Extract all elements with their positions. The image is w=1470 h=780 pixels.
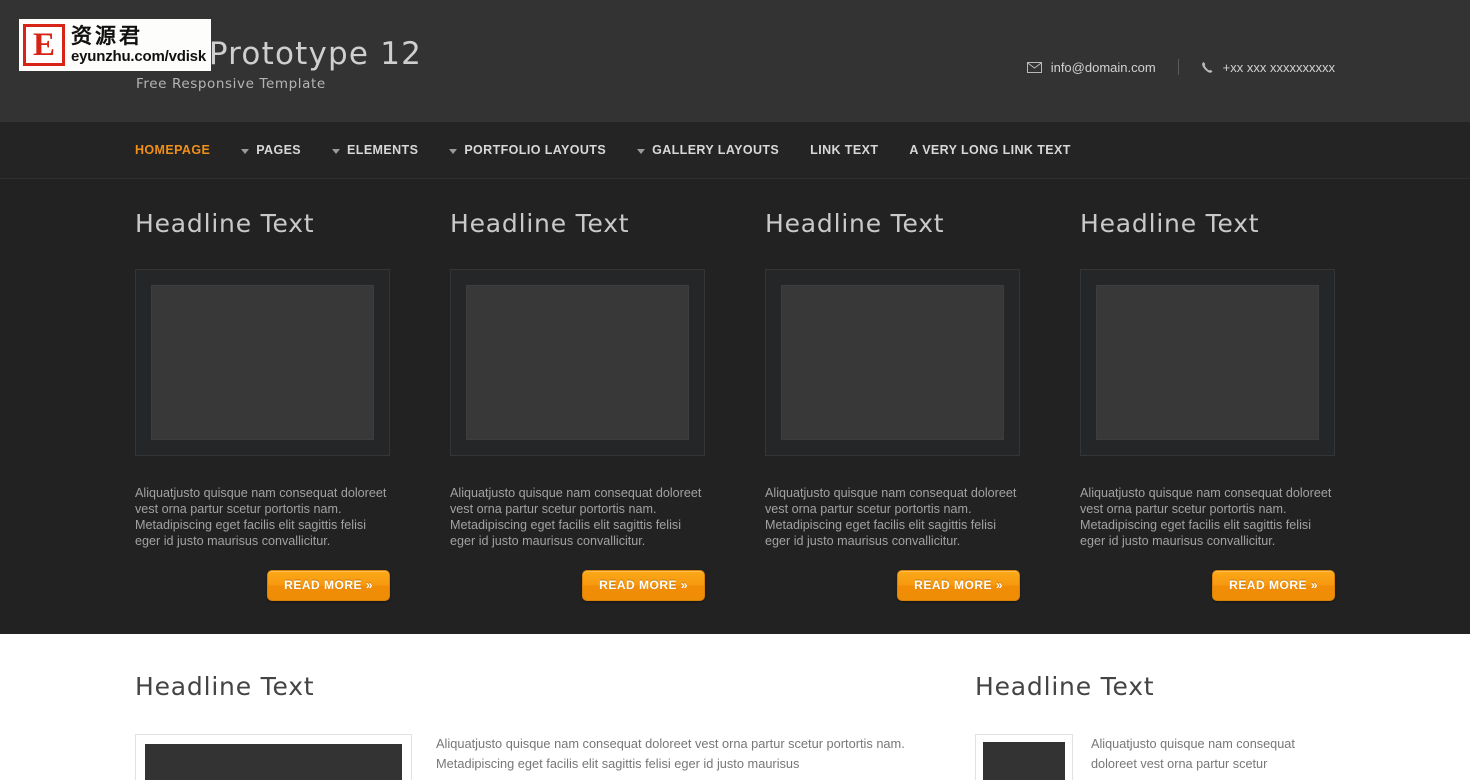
bottom-left-media: Aliquatjusto quisque nam consequat dolor… bbox=[135, 734, 915, 780]
nav-item-link-text[interactable]: LINK TEXT bbox=[810, 143, 878, 157]
feature-button-row: READ MORE » bbox=[1080, 570, 1335, 601]
feature-image-placeholder bbox=[466, 285, 689, 440]
read-more-button[interactable]: READ MORE » bbox=[897, 570, 1020, 601]
bottom-right-text: Aliquatjusto quisque nam consequat dolor… bbox=[1091, 737, 1295, 771]
site-tagline: Free Responsive Template bbox=[136, 75, 326, 92]
feature-button-row: READ MORE » bbox=[765, 570, 1020, 601]
bottom-left-image-placeholder bbox=[145, 744, 402, 780]
feature-text: Aliquatjusto quisque nam consequat dolor… bbox=[1080, 486, 1332, 548]
chevron-down-icon bbox=[241, 148, 250, 154]
watermark-letter: E bbox=[26, 27, 62, 63]
features-section: Headline Text Aliquatjusto quisque nam co… bbox=[0, 179, 1470, 634]
header-contact: info@domain.com +xx xxx xxxxxxxxxx bbox=[1026, 51, 1335, 75]
feature-headline: Headline Text bbox=[1080, 209, 1260, 238]
chevron-down-icon bbox=[449, 148, 458, 154]
feature-text: Aliquatjusto quisque nam consequat dolor… bbox=[765, 486, 1017, 548]
site-header: 200 Prototype 12 Free Responsive Templat… bbox=[0, 0, 1470, 122]
read-more-button[interactable]: READ MORE » bbox=[1212, 570, 1335, 601]
chevron-down-icon bbox=[637, 148, 646, 154]
bottom-left-text: Aliquatjusto quisque nam consequat dolor… bbox=[436, 736, 905, 771]
watermark-logo: E 资源君 eyunzhu.com/vdisk bbox=[19, 19, 211, 71]
watermark-letter-icon: E bbox=[23, 24, 65, 66]
email-text: info@domain.com bbox=[1050, 59, 1156, 75]
feature-column: Headline Text Aliquatjusto quisque nam co… bbox=[450, 209, 705, 601]
nav-inner: HOMEPAGE PAGES ELEMENTS PORTFOLIO LAYOUTS GA… bbox=[135, 143, 1335, 157]
nav-item-label: HOMEPAGE bbox=[135, 143, 211, 157]
feature-button-row: READ MORE » bbox=[135, 570, 390, 601]
features-inner: Headline Text Aliquatjusto quisque nam co… bbox=[135, 209, 1335, 601]
nav-item-label: PAGES bbox=[256, 143, 302, 157]
nav-item-gallery-layouts[interactable]: GALLERY LAYOUTS bbox=[637, 143, 779, 157]
nav-item-label: ELEMENTS bbox=[347, 143, 419, 157]
bottom-left-thumbnail[interactable] bbox=[135, 734, 412, 780]
bottom-right-headline: Headline Text bbox=[975, 672, 1155, 701]
bottom-right-column: Headline Text Aliquatjusto quisque nam c… bbox=[975, 672, 1335, 780]
feature-column: Headline Text Aliquatjusto quisque nam co… bbox=[1080, 209, 1335, 601]
bottom-right-thumbnail[interactable] bbox=[975, 734, 1073, 780]
header-inner: 200 Prototype 12 Free Responsive Templat… bbox=[135, 31, 1335, 92]
bottom-section: Headline Text Aliquatjusto quisque nam c… bbox=[0, 634, 1470, 780]
watermark-url: eyunzhu.com/vdisk bbox=[71, 48, 206, 65]
main-navigation: HOMEPAGE PAGES ELEMENTS PORTFOLIO LAYOUTS GA… bbox=[0, 122, 1470, 179]
feature-headline: Headline Text bbox=[135, 209, 315, 238]
bottom-inner: Headline Text Aliquatjusto quisque nam c… bbox=[135, 672, 1335, 780]
read-more-button[interactable]: READ MORE » bbox=[582, 570, 705, 601]
bottom-left-column: Headline Text Aliquatjusto quisque nam c… bbox=[135, 672, 915, 780]
feature-text: Aliquatjusto quisque nam consequat dolor… bbox=[450, 486, 702, 548]
contact-email[interactable]: info@domain.com bbox=[1026, 59, 1156, 75]
feature-headline: Headline Text bbox=[450, 209, 630, 238]
contact-phone[interactable]: +xx xxx xxxxxxxxxx bbox=[1201, 60, 1335, 75]
feature-column: Headline Text Aliquatjusto quisque nam co… bbox=[765, 209, 1020, 601]
nav-item-label: GALLERY LAYOUTS bbox=[652, 143, 780, 157]
nav-item-a-very-long-link-text[interactable]: A VERY LONG LINK TEXT bbox=[909, 143, 1070, 157]
feature-thumbnail[interactable] bbox=[450, 269, 705, 456]
nav-item-pages[interactable]: PAGES bbox=[241, 143, 301, 157]
nav-item-label: LINK TEXT bbox=[810, 143, 879, 157]
phone-text: +xx xxx xxxxxxxxxx bbox=[1222, 59, 1335, 75]
watermark-text: 资源君 eyunzhu.com/vdisk bbox=[71, 24, 206, 66]
feature-text: Aliquatjusto quisque nam consequat dolor… bbox=[135, 486, 387, 548]
chevron-down-icon bbox=[332, 148, 341, 154]
bottom-right-media: Aliquatjusto quisque nam consequat dolor… bbox=[975, 734, 1335, 780]
bottom-left-headline: Headline Text bbox=[135, 672, 315, 701]
feature-image-placeholder bbox=[151, 285, 374, 440]
feature-image-placeholder bbox=[1096, 285, 1319, 440]
nav-item-portfolio-layouts[interactable]: PORTFOLIO LAYOUTS bbox=[449, 143, 606, 157]
feature-thumbnail[interactable] bbox=[765, 269, 1020, 456]
feature-thumbnail[interactable] bbox=[135, 269, 390, 456]
feature-headline: Headline Text bbox=[765, 209, 945, 238]
phone-icon bbox=[1201, 61, 1214, 74]
nav-item-homepage[interactable]: HOMEPAGE bbox=[135, 143, 210, 157]
feature-column: Headline Text Aliquatjusto quisque nam co… bbox=[135, 209, 390, 601]
feature-image-placeholder bbox=[781, 285, 1004, 440]
watermark-chinese: 资源君 bbox=[71, 24, 143, 48]
contact-divider bbox=[1177, 59, 1179, 75]
nav-item-label: A VERY LONG LINK TEXT bbox=[909, 143, 1071, 157]
nav-item-label: PORTFOLIO LAYOUTS bbox=[464, 143, 607, 157]
feature-button-row: READ MORE » bbox=[450, 570, 705, 601]
read-more-button[interactable]: READ MORE » bbox=[267, 570, 390, 601]
envelope-icon bbox=[1026, 61, 1042, 73]
bottom-right-image-placeholder bbox=[983, 742, 1065, 780]
nav-item-elements[interactable]: ELEMENTS bbox=[332, 143, 418, 157]
feature-thumbnail[interactable] bbox=[1080, 269, 1335, 456]
